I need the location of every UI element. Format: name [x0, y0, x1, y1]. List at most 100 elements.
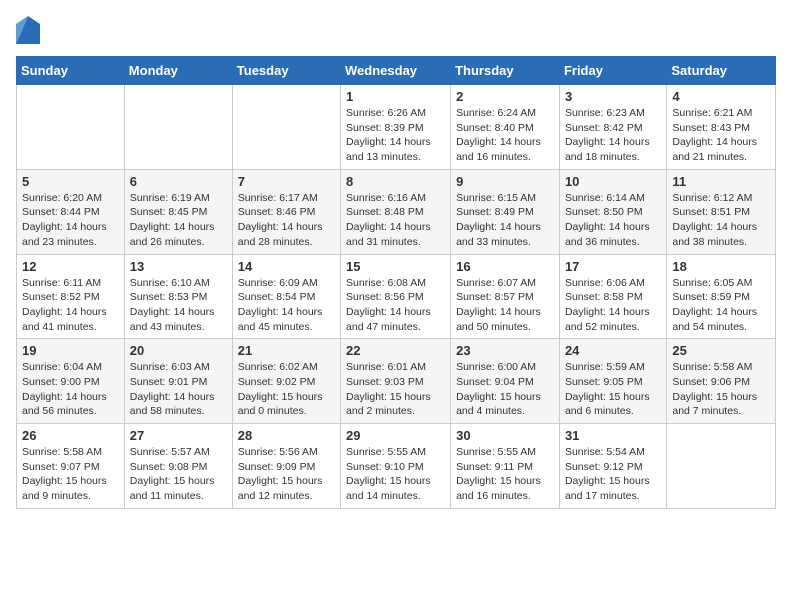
day-info: Sunrise: 5:55 AMSunset: 9:10 PMDaylight:…	[346, 445, 445, 504]
calendar-cell: 20 Sunrise: 6:03 AMSunset: 9:01 PMDayligh…	[124, 339, 232, 424]
day-number: 21	[238, 343, 335, 358]
calendar-header: SundayMondayTuesdayWednesdayThursdayFrid…	[17, 57, 776, 85]
day-number: 29	[346, 428, 445, 443]
calendar-cell: 9 Sunrise: 6:15 AMSunset: 8:49 PMDaylight…	[451, 169, 560, 254]
calendar-cell: 12 Sunrise: 6:11 AMSunset: 8:52 PMDayligh…	[17, 254, 125, 339]
day-info: Sunrise: 6:02 AMSunset: 9:02 PMDaylight:…	[238, 360, 335, 419]
day-info: Sunrise: 6:03 AMSunset: 9:01 PMDaylight:…	[130, 360, 227, 419]
day-info: Sunrise: 6:06 AMSunset: 8:58 PMDaylight:…	[565, 276, 661, 335]
day-info: Sunrise: 5:54 AMSunset: 9:12 PMDaylight:…	[565, 445, 661, 504]
day-number: 17	[565, 259, 661, 274]
day-number: 13	[130, 259, 227, 274]
calendar-cell: 11Sunrise: 6:12 AMSunset: 8:51 PMDayligh…	[667, 169, 776, 254]
day-info: Sunrise: 6:00 AMSunset: 9:04 PMDaylight:…	[456, 360, 554, 419]
day-info: Sunrise: 6:07 AMSunset: 8:57 PMDaylight:…	[456, 276, 554, 335]
calendar-cell: 7 Sunrise: 6:17 AMSunset: 8:46 PMDaylight…	[232, 169, 340, 254]
weekday-header-thursday: Thursday	[451, 57, 560, 85]
calendar-cell: 17 Sunrise: 6:06 AMSunset: 8:58 PMDayligh…	[559, 254, 666, 339]
day-info: Sunrise: 6:23 AMSunset: 8:42 PMDaylight:…	[565, 106, 661, 165]
calendar-cell: 25Sunrise: 5:58 AMSunset: 9:06 PMDayligh…	[667, 339, 776, 424]
day-number: 10	[565, 174, 661, 189]
day-info: Sunrise: 5:58 AMSunset: 9:07 PMDaylight:…	[22, 445, 119, 504]
day-number: 28	[238, 428, 335, 443]
day-number: 19	[22, 343, 119, 358]
calendar-cell: 28 Sunrise: 5:56 AMSunset: 9:09 PMDayligh…	[232, 424, 340, 509]
calendar-cell: 19 Sunrise: 6:04 AMSunset: 9:00 PMDayligh…	[17, 339, 125, 424]
day-info: Sunrise: 6:21 AMSunset: 8:43 PMDaylight:…	[672, 106, 770, 165]
calendar-cell: 18 Sunrise: 6:05 AMSunset: 8:59 PMDayligh…	[667, 254, 776, 339]
logo-icon	[16, 16, 40, 44]
calendar-cell: 10 Sunrise: 6:14 AMSunset: 8:50 PMDayligh…	[559, 169, 666, 254]
calendar-cell: 5Sunrise: 6:20 AMSunset: 8:44 PMDaylight…	[17, 169, 125, 254]
calendar-cell	[124, 85, 232, 170]
logo	[16, 16, 44, 44]
calendar-cell: 31 Sunrise: 5:54 AMSunset: 9:12 PMDayligh…	[559, 424, 666, 509]
day-number: 9	[456, 174, 554, 189]
day-number: 25	[672, 343, 770, 358]
calendar-cell: 14 Sunrise: 6:09 AMSunset: 8:54 PMDayligh…	[232, 254, 340, 339]
day-info: Sunrise: 5:56 AMSunset: 9:09 PMDaylight:…	[238, 445, 335, 504]
weekday-header-friday: Friday	[559, 57, 666, 85]
day-number: 27	[130, 428, 227, 443]
day-number: 16	[456, 259, 554, 274]
day-info: Sunrise: 6:10 AMSunset: 8:53 PMDaylight:…	[130, 276, 227, 335]
day-number: 3	[565, 89, 661, 104]
day-info: Sunrise: 6:26 AMSunset: 8:39 PMDaylight:…	[346, 106, 445, 165]
calendar-cell: 4 Sunrise: 6:21 AMSunset: 8:43 PMDaylight…	[667, 85, 776, 170]
weekday-header-sunday: Sunday	[17, 57, 125, 85]
day-info: Sunrise: 5:57 AMSunset: 9:08 PMDaylight:…	[130, 445, 227, 504]
calendar-cell: 24Sunrise: 5:59 AMSunset: 9:05 PMDayligh…	[559, 339, 666, 424]
day-number: 4	[672, 89, 770, 104]
day-info: Sunrise: 6:11 AMSunset: 8:52 PMDaylight:…	[22, 276, 119, 335]
day-info: Sunrise: 6:16 AMSunset: 8:48 PMDaylight:…	[346, 191, 445, 250]
day-info: Sunrise: 5:59 AMSunset: 9:05 PMDaylight:…	[565, 360, 661, 419]
day-number: 7	[238, 174, 335, 189]
day-number: 12	[22, 259, 119, 274]
calendar-table: SundayMondayTuesdayWednesdayThursdayFrid…	[16, 56, 776, 509]
day-number: 14	[238, 259, 335, 274]
day-number: 15	[346, 259, 445, 274]
day-number: 2	[456, 89, 554, 104]
calendar-cell: 16 Sunrise: 6:07 AMSunset: 8:57 PMDayligh…	[451, 254, 560, 339]
calendar-cell: 6Sunrise: 6:19 AMSunset: 8:45 PMDaylight…	[124, 169, 232, 254]
calendar-cell: 30Sunrise: 5:55 AMSunset: 9:11 PMDayligh…	[451, 424, 560, 509]
calendar-body: 1 Sunrise: 6:26 AMSunset: 8:39 PMDaylight…	[17, 85, 776, 509]
calendar-cell: 21 Sunrise: 6:02 AMSunset: 9:02 PMDayligh…	[232, 339, 340, 424]
day-info: Sunrise: 6:09 AMSunset: 8:54 PMDaylight:…	[238, 276, 335, 335]
calendar-cell: 29 Sunrise: 5:55 AMSunset: 9:10 PMDayligh…	[341, 424, 451, 509]
calendar-week-row: 26 Sunrise: 5:58 AMSunset: 9:07 PMDayligh…	[17, 424, 776, 509]
day-number: 5	[22, 174, 119, 189]
day-number: 11	[672, 174, 770, 189]
calendar-week-row: 19 Sunrise: 6:04 AMSunset: 9:00 PMDayligh…	[17, 339, 776, 424]
day-info: Sunrise: 6:15 AMSunset: 8:49 PMDaylight:…	[456, 191, 554, 250]
day-number: 26	[22, 428, 119, 443]
calendar-cell: 27 Sunrise: 5:57 AMSunset: 9:08 PMDayligh…	[124, 424, 232, 509]
day-number: 31	[565, 428, 661, 443]
calendar-cell	[17, 85, 125, 170]
weekday-header-tuesday: Tuesday	[232, 57, 340, 85]
day-info: Sunrise: 5:55 AMSunset: 9:11 PMDaylight:…	[456, 445, 554, 504]
calendar-week-row: 1 Sunrise: 6:26 AMSunset: 8:39 PMDaylight…	[17, 85, 776, 170]
day-info: Sunrise: 6:08 AMSunset: 8:56 PMDaylight:…	[346, 276, 445, 335]
calendar-cell	[667, 424, 776, 509]
day-info: Sunrise: 6:05 AMSunset: 8:59 PMDaylight:…	[672, 276, 770, 335]
calendar-cell: 23Sunrise: 6:00 AMSunset: 9:04 PMDayligh…	[451, 339, 560, 424]
calendar-cell: 2Sunrise: 6:24 AMSunset: 8:40 PMDaylight…	[451, 85, 560, 170]
calendar-cell: 13 Sunrise: 6:10 AMSunset: 8:53 PMDayligh…	[124, 254, 232, 339]
weekday-header-monday: Monday	[124, 57, 232, 85]
weekday-header-saturday: Saturday	[667, 57, 776, 85]
calendar-cell: 15 Sunrise: 6:08 AMSunset: 8:56 PMDayligh…	[341, 254, 451, 339]
day-number: 20	[130, 343, 227, 358]
calendar-cell: 8Sunrise: 6:16 AMSunset: 8:48 PMDaylight…	[341, 169, 451, 254]
day-number: 6	[130, 174, 227, 189]
day-info: Sunrise: 6:14 AMSunset: 8:50 PMDaylight:…	[565, 191, 661, 250]
day-info: Sunrise: 6:17 AMSunset: 8:46 PMDaylight:…	[238, 191, 335, 250]
calendar-cell: 3 Sunrise: 6:23 AMSunset: 8:42 PMDaylight…	[559, 85, 666, 170]
calendar-cell: 1 Sunrise: 6:26 AMSunset: 8:39 PMDaylight…	[341, 85, 451, 170]
day-info: Sunrise: 6:04 AMSunset: 9:00 PMDaylight:…	[22, 360, 119, 419]
day-number: 1	[346, 89, 445, 104]
weekday-header-wednesday: Wednesday	[341, 57, 451, 85]
day-info: Sunrise: 6:01 AMSunset: 9:03 PMDaylight:…	[346, 360, 445, 419]
day-number: 18	[672, 259, 770, 274]
calendar-cell: 22Sunrise: 6:01 AMSunset: 9:03 PMDayligh…	[341, 339, 451, 424]
